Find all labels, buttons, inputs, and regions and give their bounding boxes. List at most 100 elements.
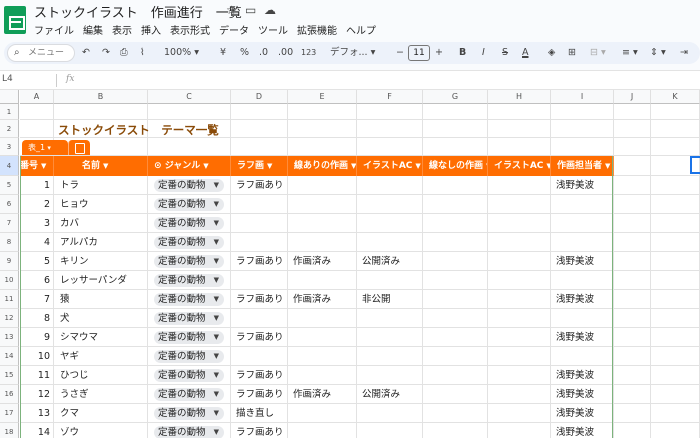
row-header[interactable]: 15	[0, 366, 19, 385]
star-icon[interactable]: ☆	[226, 3, 237, 17]
grid-cell[interactable]	[488, 271, 551, 290]
grid-cell[interactable]	[288, 271, 357, 290]
table-cell-ac1[interactable]: 公開済み	[357, 252, 423, 271]
genre-dropdown-chip[interactable]: 定番の動物 ▼	[154, 236, 224, 249]
table-cell-rough[interactable]: ラフ画あり	[231, 290, 288, 309]
grid-cell[interactable]	[614, 104, 651, 120]
genre-dropdown-chip[interactable]: 定番の動物 ▼	[154, 198, 224, 211]
table-cell-rough[interactable]: ラフ画あり	[231, 252, 288, 271]
table-cell-no[interactable]: 10	[20, 347, 54, 366]
table-cell-rough[interactable]: ラフ画あり	[231, 366, 288, 385]
grid-cell[interactable]	[551, 347, 614, 366]
grid-cell[interactable]	[488, 423, 551, 438]
strikethrough-button[interactable]: S	[502, 45, 508, 61]
grid-cell[interactable]	[20, 120, 54, 138]
table-cell-no[interactable]: 4	[20, 233, 54, 252]
grid-cell[interactable]	[423, 404, 488, 423]
menu-item[interactable]: 表示	[112, 22, 132, 38]
table-column-header[interactable]: 番号 ▼	[20, 156, 54, 176]
grid-cell[interactable]	[614, 404, 651, 423]
grid-cell[interactable]	[423, 290, 488, 309]
grid-cell[interactable]	[231, 347, 288, 366]
grid-cell[interactable]	[357, 233, 423, 252]
undo-icon[interactable]: ↶	[82, 45, 90, 61]
grid-cell[interactable]	[423, 104, 488, 120]
table-cell-name[interactable]: シマウマ	[54, 328, 148, 347]
grid-cell[interactable]	[651, 233, 700, 252]
row-header[interactable]: 17	[0, 404, 19, 423]
column-header[interactable]: G	[423, 90, 488, 104]
table-cell-name[interactable]: クマ	[54, 404, 148, 423]
genre-dropdown-chip[interactable]: 定番の動物 ▼	[154, 407, 224, 420]
print-icon[interactable]: ⎙	[120, 45, 128, 61]
column-menu-icon[interactable]: ▼	[203, 162, 208, 170]
grid-cell[interactable]	[288, 309, 357, 328]
grid-cell[interactable]	[651, 176, 700, 195]
table-cell-ac1[interactable]: 非公開	[357, 290, 423, 309]
genre-dropdown-chip[interactable]: 定番の動物 ▼	[154, 217, 224, 230]
table-cell-no[interactable]: 5	[20, 252, 54, 271]
row-header[interactable]: 10	[0, 271, 19, 290]
grid-cell[interactable]	[357, 423, 423, 438]
table-cell-no[interactable]: 6	[20, 271, 54, 290]
borders-icon[interactable]: ⊞	[568, 45, 576, 61]
row-header[interactable]: 13	[0, 328, 19, 347]
grid-cell[interactable]	[288, 176, 357, 195]
table-cell-artist[interactable]: 浅野美波	[551, 290, 614, 309]
grid-cell[interactable]	[488, 404, 551, 423]
row-header[interactable]: 1	[0, 104, 19, 120]
grid-cell[interactable]	[651, 366, 700, 385]
grid-cell[interactable]	[651, 385, 700, 404]
grid-cell[interactable]	[651, 138, 700, 156]
grid-cell[interactable]	[423, 366, 488, 385]
grid-cell[interactable]	[288, 347, 357, 366]
column-header[interactable]: K	[651, 90, 700, 104]
column-header[interactable]: A	[20, 90, 54, 104]
document-title[interactable]: ストックイラスト 作画進行 一覧	[34, 2, 242, 21]
grid-cell[interactable]	[288, 195, 357, 214]
grid-cell[interactable]	[288, 366, 357, 385]
column-menu-icon[interactable]: ▼	[415, 162, 420, 170]
genre-dropdown-chip[interactable]: 定番の動物 ▼	[154, 293, 224, 306]
grid-cell[interactable]	[288, 328, 357, 347]
select-all-corner[interactable]	[0, 90, 19, 104]
table-column-header[interactable]: 線ありの作画 ▼	[288, 156, 357, 176]
spreadsheet-grid[interactable]: A B C D E F G H I J K 1 2 3 4 5 6 7 8 9 10 11 12 13 14 15 16 17 18 スト…	[0, 90, 700, 438]
table-column-header[interactable]: 線なしの作画▼	[423, 156, 488, 176]
grid-cell[interactable]	[614, 120, 651, 138]
column-header[interactable]: F	[357, 90, 423, 104]
grid-cell[interactable]	[288, 138, 357, 156]
genre-dropdown-chip[interactable]: 定番の動物 ▼	[154, 274, 224, 287]
grid-cell[interactable]	[488, 138, 551, 156]
column-header[interactable]: C	[148, 90, 231, 104]
grid-cell[interactable]	[288, 233, 357, 252]
table-cell-name[interactable]: トラ	[54, 176, 148, 195]
genre-cell[interactable]: 定番の動物 ▼	[148, 195, 231, 214]
grid-cell[interactable]	[614, 385, 651, 404]
grid-cell[interactable]	[423, 214, 488, 233]
zoom-select[interactable]: 100% ▾	[164, 45, 199, 61]
grid-cell[interactable]	[423, 328, 488, 347]
grid-cell[interactable]	[651, 271, 700, 290]
grid-cell[interactable]	[614, 347, 651, 366]
table-cell-name[interactable]: カバ	[54, 214, 148, 233]
table-column-header[interactable]: 名前 ▼	[54, 156, 148, 176]
table-cell-name[interactable]: アルパカ	[54, 233, 148, 252]
grid-cell[interactable]	[288, 423, 357, 438]
table-cell-name[interactable]: ゾウ	[54, 423, 148, 438]
table-cell-name[interactable]: ひつじ	[54, 366, 148, 385]
grid-cell[interactable]	[651, 252, 700, 271]
grid-cell[interactable]	[231, 309, 288, 328]
grid-cell[interactable]	[423, 138, 488, 156]
row-header[interactable]: 9	[0, 252, 19, 271]
column-menu-icon[interactable]: ▼	[41, 162, 46, 170]
table-cell-artist[interactable]: 浅野美波	[551, 252, 614, 271]
grid-cell[interactable]	[488, 214, 551, 233]
column-menu-icon[interactable]: ▼	[351, 162, 356, 170]
grid-cell[interactable]	[551, 214, 614, 233]
grid-cell[interactable]	[423, 385, 488, 404]
grid-cell[interactable]	[651, 290, 700, 309]
grid-cell[interactable]	[614, 271, 651, 290]
genre-cell[interactable]: 定番の動物 ▼	[148, 233, 231, 252]
grid-cell[interactable]	[231, 138, 288, 156]
